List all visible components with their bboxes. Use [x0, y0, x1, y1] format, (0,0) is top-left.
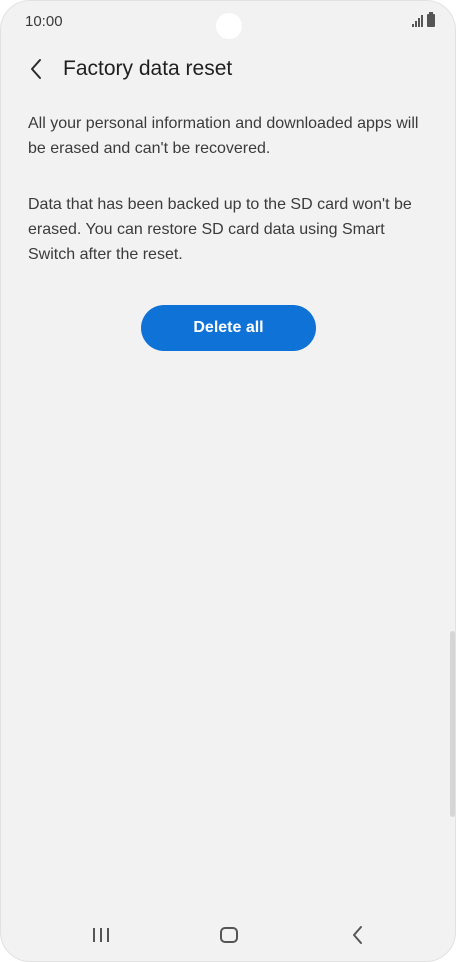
recent-apps-icon [93, 928, 109, 942]
back-button[interactable] [17, 51, 55, 87]
battery-icon [427, 12, 435, 27]
delete-all-button[interactable]: Delete all [141, 305, 316, 351]
erase-warning-text: All your personal information and downlo… [28, 115, 419, 157]
app-bar: Factory data reset [1, 45, 455, 93]
nav-back-button[interactable] [345, 923, 369, 947]
main-content: All your personal information and downlo… [28, 111, 428, 298]
status-time: 10:00 [25, 13, 63, 30]
sd-card-info-text: Data that has been backed up to the SD c… [28, 196, 412, 263]
recent-apps-button[interactable] [89, 923, 113, 947]
signal-icon [412, 14, 423, 27]
chevron-left-icon [31, 59, 41, 79]
page-title: Factory data reset [63, 57, 233, 80]
home-button[interactable] [217, 923, 241, 947]
home-icon [220, 927, 238, 943]
scrollbar[interactable] [450, 631, 455, 817]
status-bar: 10:00 [1, 1, 455, 45]
navigation-bar [1, 909, 455, 961]
status-icons [412, 12, 435, 27]
back-icon [353, 926, 362, 944]
phone-screen: 10:00 Factory data reset All your person… [0, 0, 456, 962]
camera-cutout [216, 13, 242, 39]
